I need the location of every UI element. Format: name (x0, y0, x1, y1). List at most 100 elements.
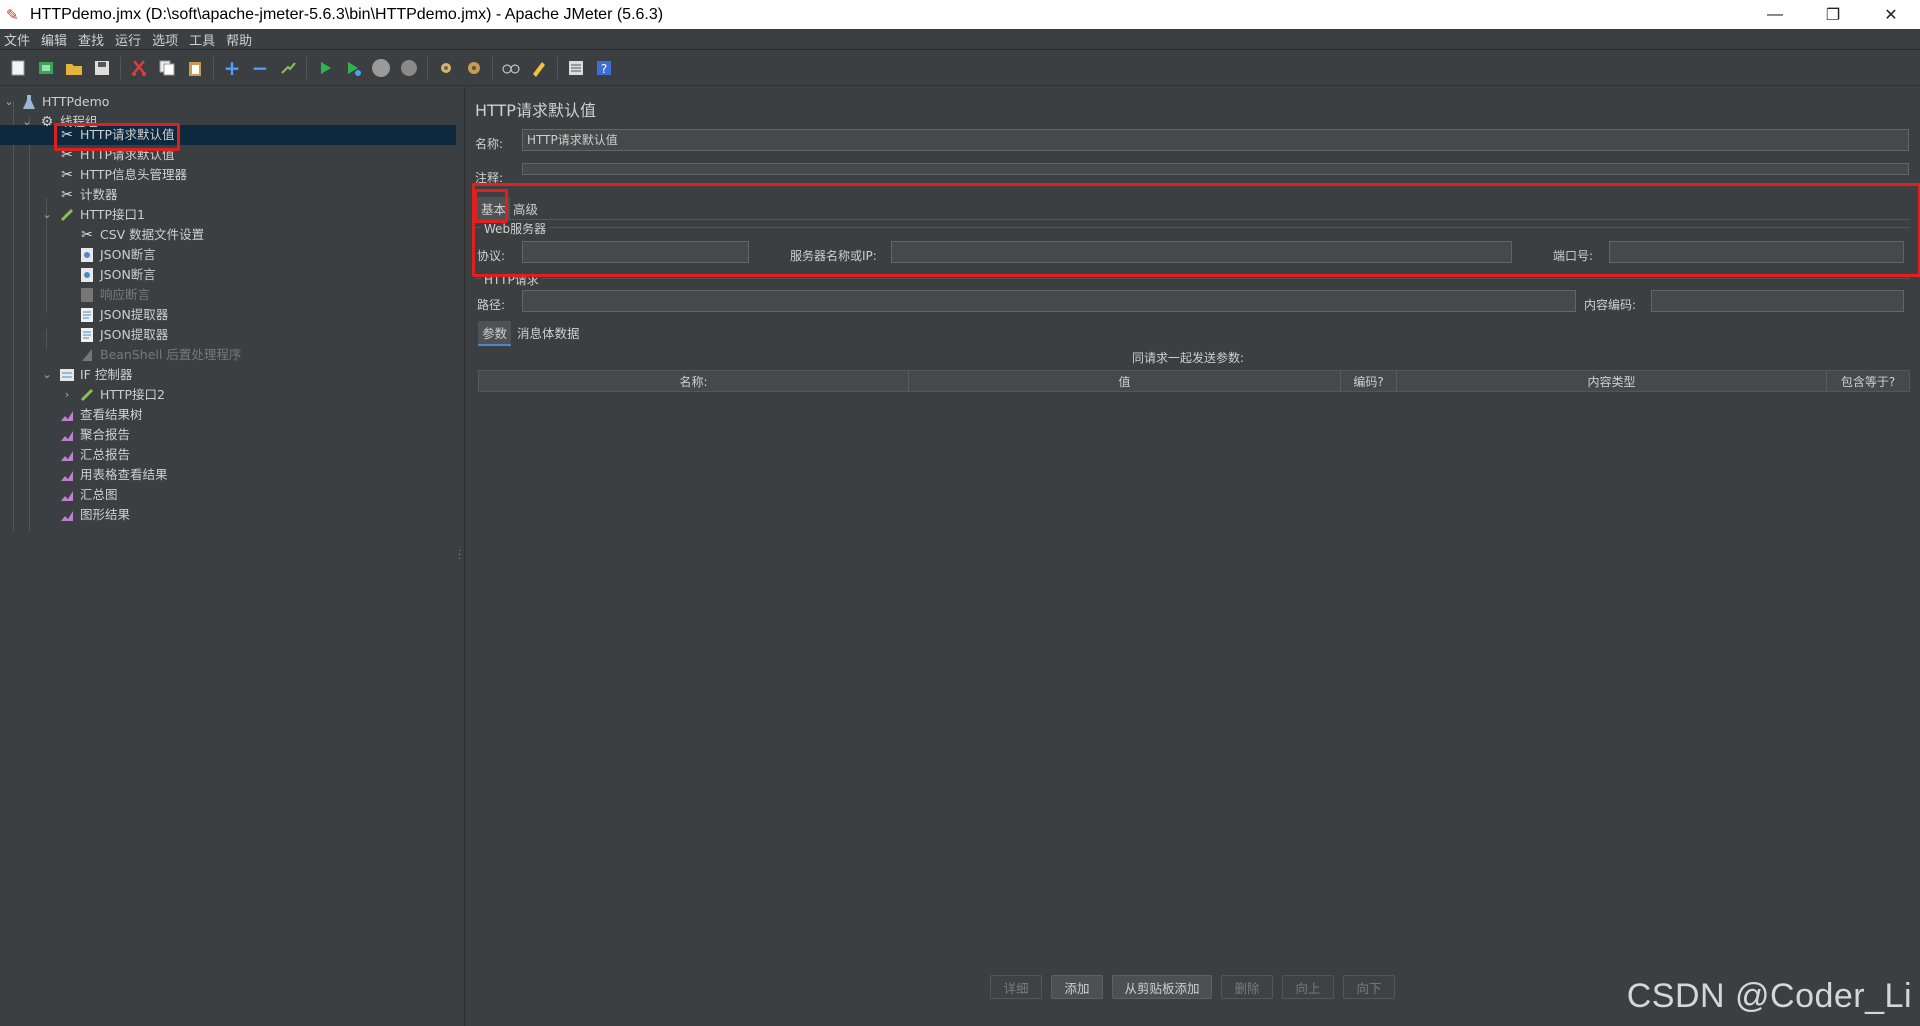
path-input[interactable] (522, 290, 1576, 312)
comment-field[interactable] (522, 163, 1909, 175)
search-icon[interactable] (499, 56, 523, 80)
column-name[interactable]: 名称: (479, 371, 909, 391)
subtab-body-data[interactable]: 消息体数据 (513, 321, 584, 344)
menu-options[interactable]: 选项 (148, 30, 185, 49)
close-button[interactable]: ✕ (1862, 0, 1920, 29)
menu-edit[interactable]: 编辑 (37, 30, 74, 49)
name-field[interactable]: HTTP请求默认值 (522, 129, 1909, 151)
config-icon: ✂ (61, 167, 73, 183)
toggle-icon[interactable] (276, 56, 300, 80)
cut-icon[interactable] (127, 56, 151, 80)
tree-item-http-api-1[interactable]: ⌄ HTTP接口1 (40, 205, 145, 225)
tree-item-http-defaults-2[interactable]: ✂ HTTP请求默认值 (58, 145, 174, 165)
port-input[interactable] (1609, 241, 1904, 263)
tree-item-if-controller[interactable]: ⌄ IF 控制器 (40, 365, 132, 385)
http-request-group-label: HTTP请求 (481, 271, 542, 288)
function-helper-icon[interactable] (564, 56, 588, 80)
gear-icon: ⚙ (40, 114, 54, 130)
chevron-right-icon[interactable]: › (60, 385, 74, 405)
add-from-clipboard-button[interactable]: 从剪贴板添加 (1112, 975, 1212, 999)
toolbar: + − ? (0, 50, 1920, 86)
paste-icon[interactable] (183, 56, 207, 80)
tree-item-json-assertion-2[interactable]: JSON断言 (78, 265, 156, 285)
listener-icon (58, 506, 76, 524)
server-input[interactable] (891, 241, 1512, 263)
template-icon[interactable] (34, 56, 58, 80)
tree-item-header-manager[interactable]: ✂ HTTP信息头管理器 (58, 165, 187, 185)
tree-item-aggregate-report[interactable]: 聚合报告 (58, 425, 130, 445)
chevron-down-icon[interactable]: ⌄ (40, 365, 54, 385)
tree-item-csv-config[interactable]: ✂ CSV 数据文件设置 (78, 225, 204, 245)
toolbar-separator (120, 56, 121, 79)
tree-item-summary-report[interactable]: 汇总报告 (58, 445, 130, 465)
svg-text:?: ? (601, 62, 607, 76)
toolbar-separator (306, 56, 307, 79)
tree-item-graph-results[interactable]: 图形结果 (58, 505, 130, 525)
tree-item-counter[interactable]: ✂ 计数器 (58, 185, 117, 205)
menu-search[interactable]: 查找 (74, 30, 111, 49)
splitter-grip-icon[interactable]: · · · (458, 547, 461, 565)
tree-item-response-assertion[interactable]: 响应断言 (78, 285, 150, 305)
move-down-button[interactable]: 向下 (1343, 975, 1395, 999)
copy-icon[interactable] (155, 56, 179, 80)
watermark: CSDN @Coder_Li (1626, 977, 1912, 1015)
start-no-pause-icon[interactable] (341, 56, 365, 80)
column-encode[interactable]: 编码? (1341, 371, 1397, 391)
chevron-down-icon[interactable]: ⌄ (40, 205, 54, 225)
stop-icon[interactable] (369, 56, 393, 80)
tree-item-summary-graph[interactable]: 汇总图 (58, 485, 118, 505)
move-up-button[interactable]: 向上 (1282, 975, 1334, 999)
tree-item-test-plan[interactable]: ⌄ HTTPdemo (2, 92, 109, 112)
tree-item-http-api-2[interactable]: › HTTP接口2 (60, 385, 165, 405)
assertion-icon (78, 266, 96, 284)
minimize-button[interactable]: — (1746, 0, 1804, 29)
config-icon: ✂ (81, 227, 93, 243)
detail-button[interactable]: 详细 (990, 975, 1042, 999)
listener-icon (58, 426, 76, 444)
tree-item-json-extractor-2[interactable]: JSON提取器 (78, 325, 168, 345)
column-content-type[interactable]: 内容类型 (1397, 371, 1827, 391)
tab-advanced[interactable]: 高级 (509, 197, 542, 220)
column-include-equals[interactable]: 包含等于? (1827, 371, 1909, 391)
collapse-icon[interactable]: − (248, 56, 272, 80)
save-icon[interactable] (90, 56, 114, 80)
menu-file[interactable]: 文件 (0, 30, 37, 49)
open-icon[interactable] (62, 56, 86, 80)
tree-item-view-results-table[interactable]: 用表格查看结果 (58, 465, 168, 485)
tree-item-view-results-tree[interactable]: 查看结果树 (58, 405, 143, 425)
tree-pane: ⌄ HTTPdemo ⌄ ⚙ 线程组 ✂ HTTP请求默认值 ✂ HTTP请求默… (0, 87, 457, 1026)
encoding-input[interactable] (1651, 290, 1904, 312)
tree-item-json-extractor-1[interactable]: JSON提取器 (78, 305, 168, 325)
delete-button[interactable]: 删除 (1221, 975, 1273, 999)
clear-icon[interactable] (434, 56, 458, 80)
subtab-parameters[interactable]: 参数 (478, 321, 512, 346)
protocol-label: 协议: (477, 249, 506, 263)
restore-button[interactable]: ❐ (1804, 0, 1862, 29)
web-server-group-label: Web服务器 (481, 220, 550, 237)
reset-search-icon[interactable] (527, 56, 551, 80)
help-icon[interactable]: ? (592, 56, 616, 80)
menu-bar: 文件 编辑 查找 运行 选项 工具 帮助 (0, 29, 1920, 50)
tree-item-http-defaults-1[interactable]: ✂ HTTP请求默认值 (58, 125, 174, 145)
tree-item-json-assertion-1[interactable]: JSON断言 (78, 245, 156, 265)
menu-help[interactable]: 帮助 (222, 30, 259, 49)
menu-run[interactable]: 运行 (111, 30, 148, 49)
chevron-down-icon[interactable]: ⌄ (2, 92, 16, 112)
server-label: 服务器名称或IP: (790, 249, 877, 263)
column-value[interactable]: 值 (909, 371, 1341, 391)
extractor-icon (78, 326, 96, 344)
shutdown-icon[interactable] (397, 56, 421, 80)
new-icon[interactable] (6, 56, 30, 80)
tab-underline (475, 219, 1910, 220)
add-button[interactable]: 添加 (1051, 975, 1103, 999)
start-icon[interactable] (313, 56, 337, 80)
protocol-input[interactable] (522, 241, 749, 263)
assertion-icon (78, 286, 96, 304)
clear-all-icon[interactable] (462, 56, 486, 80)
port-label: 端口号: (1553, 249, 1594, 263)
chevron-down-icon[interactable]: ⌄ (20, 112, 34, 132)
tree-item-beanshell-postprocessor[interactable]: BeanShell 后置处理程序 (78, 345, 241, 365)
title-bar: ✎ HTTPdemo.jmx (D:\soft\apache-jmeter-5.… (0, 0, 1920, 29)
expand-icon[interactable]: + (220, 56, 244, 80)
menu-tools[interactable]: 工具 (185, 30, 222, 49)
